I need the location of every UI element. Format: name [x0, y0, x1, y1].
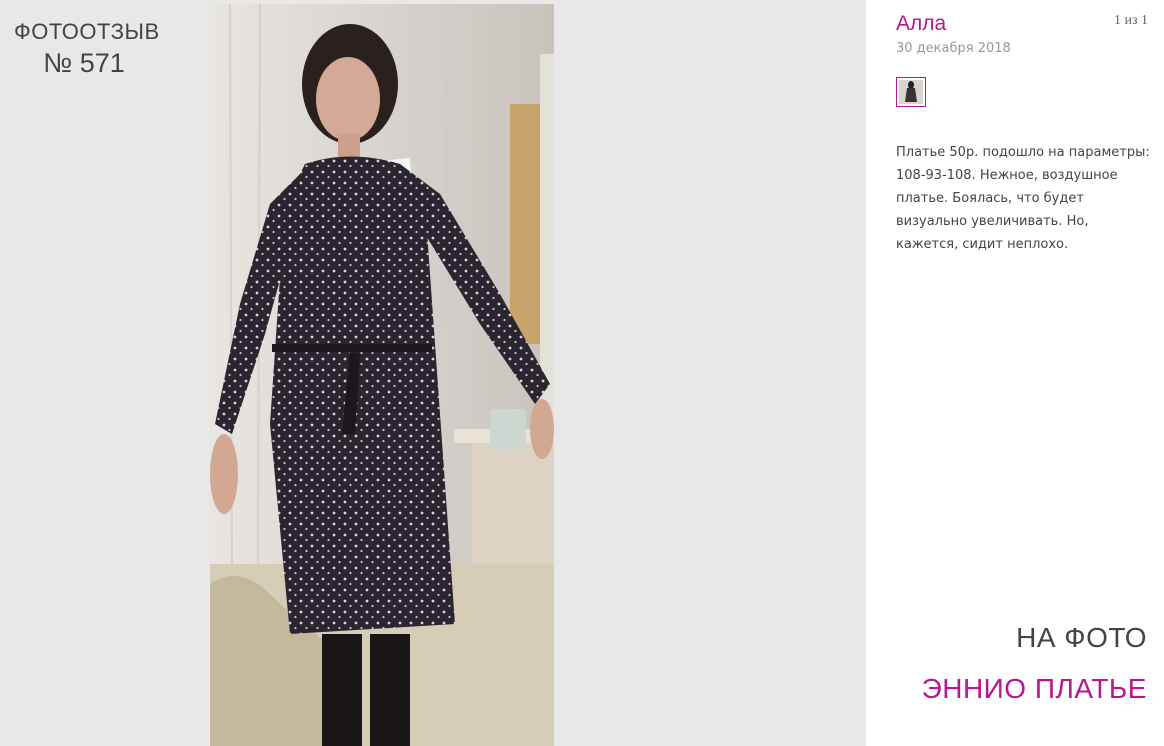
review-text: Платье 50р. подошло на параметры: 108-93…: [896, 145, 1150, 252]
photo-counter: 1 из 1: [1113, 13, 1148, 28]
review-details-panel: Алла 1 из 1 30 декабря 2018 Платье 50р. …: [866, 0, 1164, 746]
photo-viewer-panel: ФОТООТЗЫВ № 571: [0, 0, 866, 746]
thumbnail-image: [899, 80, 923, 104]
review-photo-image: [210, 4, 554, 746]
product-link[interactable]: ЭННИО ПЛАТЬЕ: [922, 673, 1147, 705]
review-heading: ФОТООТЗЫВ № 571: [14, 18, 160, 80]
review-number: № 571: [43, 48, 125, 78]
review-photo[interactable]: [210, 4, 554, 746]
review-date: 30 декабря 2018: [896, 41, 1011, 56]
photo-thumbnail[interactable]: [896, 77, 926, 107]
review-heading-title: ФОТООТЗЫВ: [14, 19, 160, 44]
review-author: Алла: [896, 12, 947, 35]
on-photo-label: НА ФОТО: [1016, 622, 1147, 653]
